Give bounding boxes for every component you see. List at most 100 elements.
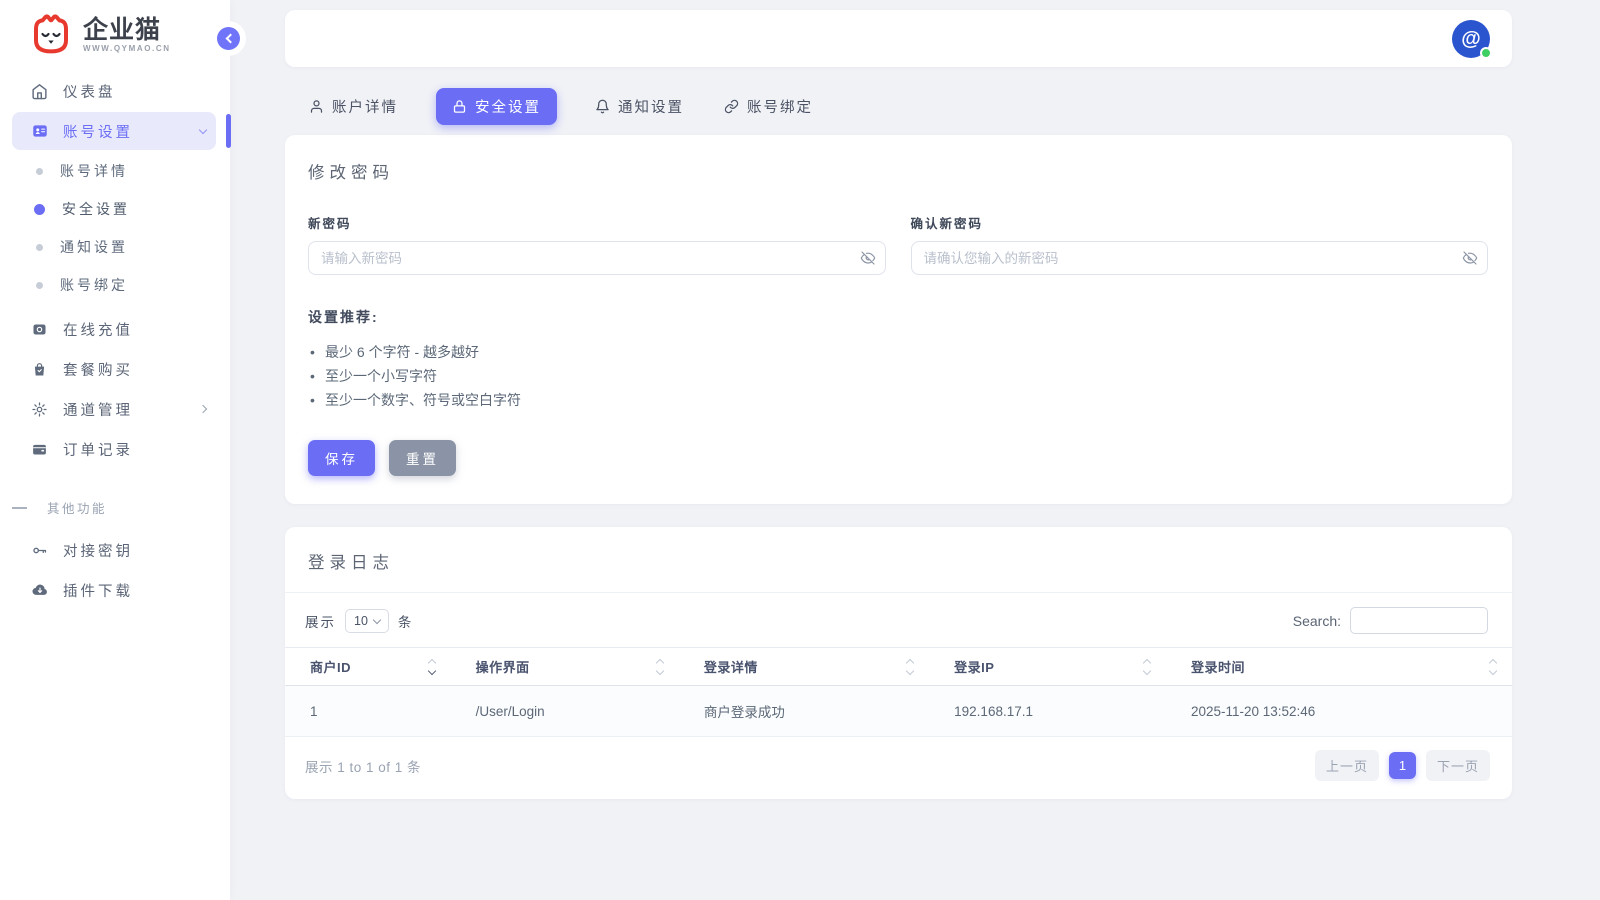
column-header-merchant-id[interactable]: 商户ID (285, 648, 451, 686)
pagination-info: 展示 1 to 1 of 1 条 (305, 756, 421, 776)
column-header-login-ip[interactable]: 登录IP (929, 648, 1166, 686)
cash-icon (30, 321, 49, 338)
section-label-text: 其他功能 (47, 498, 107, 517)
sidebar-subitem-account-detail[interactable]: 账号详情 (12, 152, 216, 190)
tab-account-binding[interactable]: 账号绑定 (722, 88, 815, 125)
settings-tabs: 账户详情 安全设置 通知设置 账号绑定 (285, 67, 1512, 135)
sidebar-item-label: 通道管理 (63, 399, 133, 420)
password-form: 新密码 确认新密码 (308, 213, 1488, 275)
tab-security-settings[interactable]: 安全设置 (436, 88, 557, 125)
unit-label: 条 (398, 611, 414, 631)
sidebar-item-plugin-download[interactable]: 插件下载 (12, 571, 216, 609)
prev-page-button[interactable]: 上一页 (1315, 750, 1379, 781)
reset-button[interactable]: 重置 (389, 440, 456, 476)
bullet-dot-icon (36, 168, 43, 175)
save-button[interactable]: 保存 (308, 440, 375, 476)
chevron-down-icon (373, 615, 381, 623)
tab-label: 账户详情 (332, 96, 398, 117)
sidebar-section-other-features: 其他功能 (12, 498, 216, 517)
user-icon (309, 99, 324, 114)
tab-account-detail[interactable]: 账户详情 (307, 88, 400, 125)
cell-login-ip: 192.168.17.1 (929, 686, 1166, 737)
brand-url: WWW.QYMAO.CN (83, 44, 171, 53)
sidebar-item-dashboard[interactable]: 仪表盘 (12, 72, 216, 110)
chevron-right-icon (199, 405, 207, 413)
main-content: @ 账户详情 安全设置 通知设置 账号绑定 (230, 0, 1600, 799)
recommendations-list: 最少 6 个字符 - 越多越好 至少一个小写字符 至少一个数字、符号或空白字符 (308, 340, 1488, 412)
sidebar-item-label: 账号设置 (63, 121, 133, 142)
cell-login-time: 2025-11-20 13:52:46 (1166, 686, 1512, 737)
sidebar-item-channel-management[interactable]: 通道管理 (12, 390, 216, 428)
search-label: Search: (1293, 613, 1341, 629)
user-avatar[interactable]: @ (1452, 20, 1490, 58)
sidebar-item-label: 安全设置 (62, 199, 130, 219)
lock-icon (452, 99, 467, 114)
column-header-login-detail[interactable]: 登录详情 (679, 648, 929, 686)
confirm-password-label: 确认新密码 (911, 213, 1489, 232)
page-size-select[interactable]: 10 (345, 609, 389, 633)
recommendation-item: 至少一个小写字符 (308, 364, 1488, 388)
sidebar-item-label: 账号详情 (60, 161, 128, 181)
sidebar-item-order-records[interactable]: 订单记录 (12, 430, 216, 468)
new-password-group: 新密码 (308, 213, 886, 275)
sidebar-item-api-keys[interactable]: 对接密钥 (12, 531, 216, 569)
column-header-operation-ui[interactable]: 操作界面 (451, 648, 679, 686)
chevron-left-icon (225, 34, 235, 44)
next-page-button[interactable]: 下一页 (1426, 750, 1490, 781)
shopping-bag-icon (30, 361, 49, 378)
column-label: 操作界面 (476, 657, 530, 676)
sort-icon (657, 660, 663, 674)
page-size-value: 10 (354, 614, 368, 628)
brand-name: 企业猫 (83, 17, 171, 43)
wallet-icon (30, 441, 49, 458)
table-row: 1 /User/Login 商户登录成功 192.168.17.1 2025-1… (285, 686, 1512, 737)
sidebar-subitem-security-settings[interactable]: 安全设置 (12, 190, 216, 228)
brand-logo: 企业猫 WWW.QYMAO.CN (0, 0, 230, 62)
tab-notification-settings[interactable]: 通知设置 (593, 88, 686, 125)
sidebar-item-label: 在线充值 (63, 319, 133, 340)
sort-icon (1490, 660, 1496, 674)
sort-icon (1144, 660, 1150, 674)
tab-label: 安全设置 (475, 96, 541, 117)
change-password-card: 修改密码 新密码 确认新密码 (285, 135, 1512, 504)
confirm-password-input[interactable] (911, 241, 1489, 275)
chevron-down-icon (199, 125, 207, 133)
sidebar-item-label: 插件下载 (63, 580, 133, 601)
sidebar-collapse-button[interactable] (217, 27, 240, 50)
sort-icon (429, 660, 435, 674)
column-label: 商户ID (310, 657, 351, 676)
table-controls: 展示 10 条 Search: (285, 593, 1512, 647)
pagination: 上一页 1 下一页 (1315, 750, 1490, 781)
table-footer: 展示 1 to 1 of 1 条 上一页 1 下一页 (285, 737, 1512, 795)
search-input[interactable] (1350, 607, 1488, 634)
sidebar-item-online-recharge[interactable]: 在线充值 (12, 310, 216, 348)
cell-operation-ui: /User/Login (451, 686, 679, 737)
new-password-input[interactable] (308, 241, 886, 275)
sidebar-item-account-settings[interactable]: 账号设置 (12, 112, 216, 150)
sidebar-subitem-notification-settings[interactable]: 通知设置 (12, 228, 216, 266)
column-label: 登录IP (954, 657, 994, 676)
sidebar-item-package-purchase[interactable]: 套餐购买 (12, 350, 216, 388)
sidebar-item-label: 仪表盘 (63, 81, 116, 102)
login-log-title: 登录日志 (308, 549, 1488, 573)
sort-icon (907, 660, 913, 674)
show-label: 展示 (305, 611, 336, 631)
search-group: Search: (1293, 607, 1488, 634)
sidebar-item-label: 对接密钥 (63, 540, 133, 561)
id-card-icon (30, 122, 49, 140)
sidebar-subitem-account-binding[interactable]: 账号绑定 (12, 266, 216, 304)
tab-label: 账号绑定 (747, 96, 813, 117)
column-header-login-time[interactable]: 登录时间 (1166, 648, 1512, 686)
dash-icon (12, 507, 27, 509)
toggle-password-visibility-button[interactable] (1462, 250, 1478, 266)
current-page-button[interactable]: 1 (1389, 752, 1416, 779)
login-log-table: 商户ID 操作界面 登录详情 登录IP (285, 647, 1512, 737)
toggle-password-visibility-button[interactable] (860, 250, 876, 266)
recommendation-item: 最少 6 个字符 - 越多越好 (308, 340, 1488, 364)
bullet-dot-icon (36, 282, 43, 289)
recommendation-item: 至少一个数字、符号或空白字符 (308, 388, 1488, 412)
cell-merchant-id: 1 (285, 686, 451, 737)
gear-icon (30, 401, 49, 418)
home-icon (30, 83, 49, 100)
tab-label: 通知设置 (618, 96, 684, 117)
